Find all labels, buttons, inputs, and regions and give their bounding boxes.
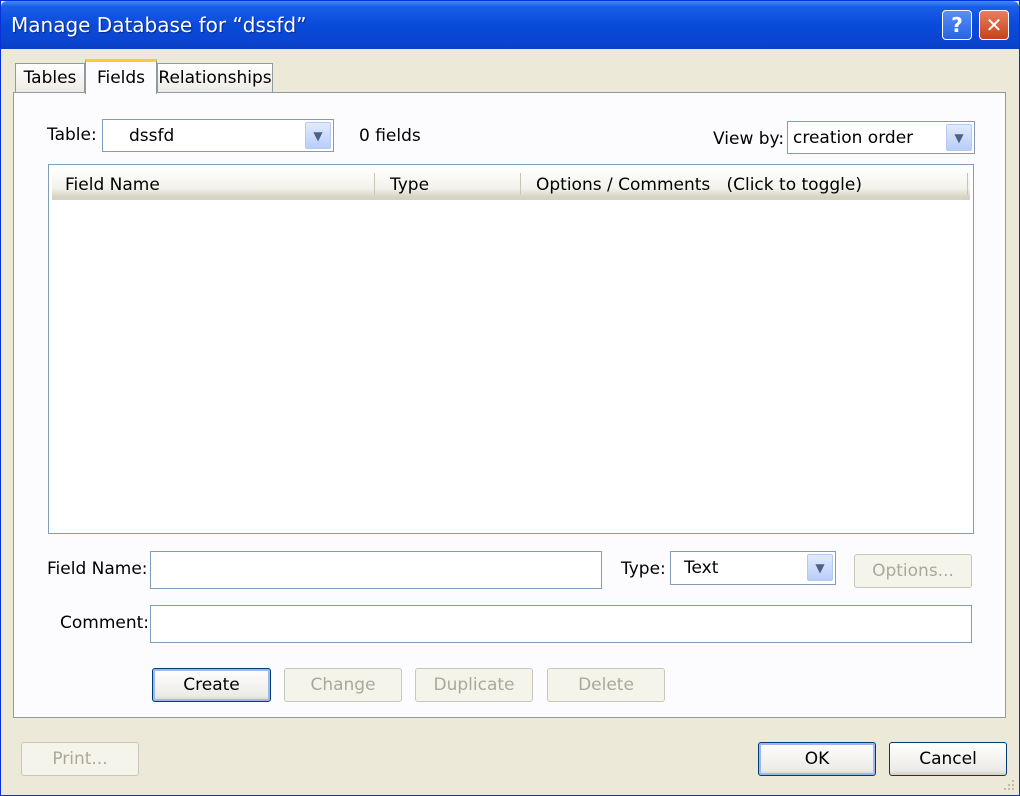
delete-button[interactable]: Delete	[547, 668, 665, 702]
view-by-label: View by:	[713, 129, 785, 149]
ok-button[interactable]: OK	[758, 742, 876, 776]
column-header-field-name[interactable]: Field Name	[65, 175, 160, 195]
tab-tables[interactable]: Tables	[15, 63, 85, 92]
change-button[interactable]: Change	[284, 668, 402, 702]
field-name-input[interactable]	[150, 551, 602, 589]
column-divider[interactable]	[374, 173, 375, 195]
chevron-down-icon[interactable]: ▼	[807, 554, 833, 581]
tab-fields[interactable]: Fields	[85, 59, 157, 94]
print-button[interactable]: Print...	[21, 742, 139, 776]
tab-relationships[interactable]: Relationships	[157, 63, 273, 92]
view-by-select[interactable]: creation order ▼	[787, 121, 975, 154]
type-select-value: Text	[684, 558, 719, 578]
chevron-down-icon[interactable]: ▼	[305, 122, 331, 149]
help-icon[interactable]: ?	[942, 10, 972, 40]
column-divider[interactable]	[520, 173, 521, 195]
field-list[interactable]: Field Name Type Options / Comments (Clic…	[48, 164, 974, 534]
column-divider[interactable]	[967, 173, 968, 195]
column-header-type[interactable]: Type	[390, 175, 429, 195]
manage-database-dialog: Manage Database for “dssfd” ? ✕ Tables F…	[0, 0, 1020, 796]
comment-label: Comment:	[60, 613, 150, 633]
close-icon[interactable]: ✕	[979, 10, 1009, 40]
type-select[interactable]: Text ▼	[670, 551, 836, 585]
view-by-value: creation order	[793, 128, 914, 148]
window-title: Manage Database for “dssfd”	[11, 13, 307, 37]
column-header-options-comments[interactable]: Options / Comments (Click to toggle)	[536, 175, 862, 195]
cancel-button[interactable]: Cancel	[889, 742, 1007, 776]
table-label: Table:	[47, 125, 97, 145]
options-button[interactable]: Options...	[854, 554, 972, 588]
chevron-down-icon[interactable]: ▼	[946, 124, 972, 151]
create-button[interactable]: Create	[152, 668, 271, 702]
duplicate-button[interactable]: Duplicate	[415, 668, 533, 702]
field-count: 0 fields	[359, 126, 421, 146]
type-label: Type:	[621, 559, 666, 579]
table-select[interactable]: dssfd ▼	[102, 119, 334, 152]
comment-input[interactable]	[150, 605, 972, 643]
title-bar[interactable]: Manage Database for “dssfd” ? ✕	[1, 1, 1019, 49]
field-list-header: Field Name Type Options / Comments (Clic…	[52, 168, 970, 200]
field-name-label: Field Name:	[47, 559, 148, 579]
resize-grip-icon[interactable]	[1002, 778, 1016, 792]
table-select-value: dssfd	[129, 126, 175, 146]
